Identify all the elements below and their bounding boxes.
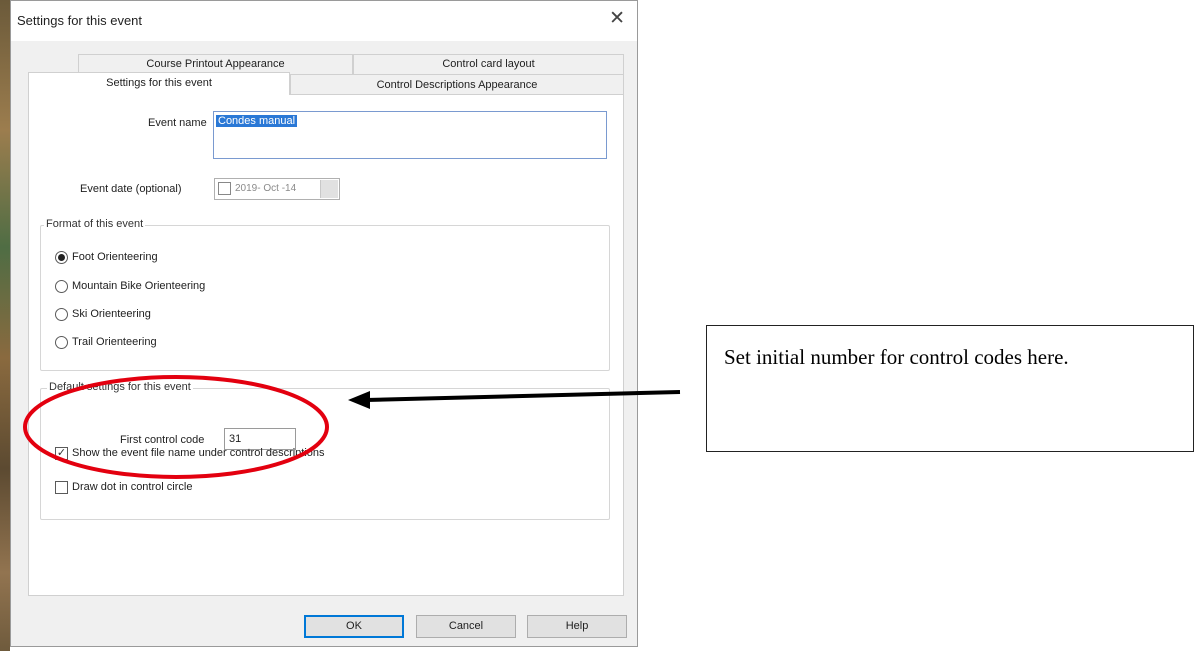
event-name-input[interactable]: Condes manual xyxy=(213,111,607,159)
option-label: Foot Orienteering xyxy=(72,251,158,263)
option-label: Ski Orienteering xyxy=(72,308,151,320)
checkbox-label: Draw dot in control circle xyxy=(72,481,193,493)
option-label: Trail Orienteering xyxy=(72,336,157,348)
event-date-picker[interactable]: 2019- Oct -14 xyxy=(214,178,340,200)
help-button[interactable]: Help xyxy=(527,615,627,638)
checkbox-label: Show the event file name under control d… xyxy=(72,447,325,459)
radio-ski-orienteering[interactable] xyxy=(55,308,68,321)
event-date-checkbox[interactable] xyxy=(218,182,231,195)
first-control-code-value: 31 xyxy=(229,433,242,445)
cancel-button[interactable]: Cancel xyxy=(416,615,516,638)
defaults-legend: Default settings for this event xyxy=(47,381,193,393)
option-label: Mountain Bike Orienteering xyxy=(72,280,206,292)
format-group xyxy=(40,225,610,371)
first-control-code-label: First control code xyxy=(120,434,205,446)
event-date-label: Event date (optional) xyxy=(80,183,182,195)
button-label: OK xyxy=(346,620,362,632)
button-label: Cancel xyxy=(448,620,484,632)
event-name-label: Event name xyxy=(148,117,207,129)
button-label: Help xyxy=(565,620,589,632)
radio-foot-orienteering[interactable] xyxy=(55,251,68,264)
show-file-name-checkbox[interactable]: ✓ xyxy=(55,447,68,460)
radio-mountain-bike-orienteering[interactable] xyxy=(55,280,68,293)
ok-button[interactable]: OK xyxy=(304,615,404,638)
event-name-value: Condes manual xyxy=(216,115,298,127)
radio-trail-orienteering[interactable] xyxy=(55,336,68,349)
event-date-value: 2019- Oct -14 xyxy=(235,183,297,194)
calendar-dropdown-icon[interactable] xyxy=(320,180,338,198)
draw-dot-checkbox[interactable] xyxy=(55,481,68,494)
format-legend: Format of this event xyxy=(44,218,146,230)
